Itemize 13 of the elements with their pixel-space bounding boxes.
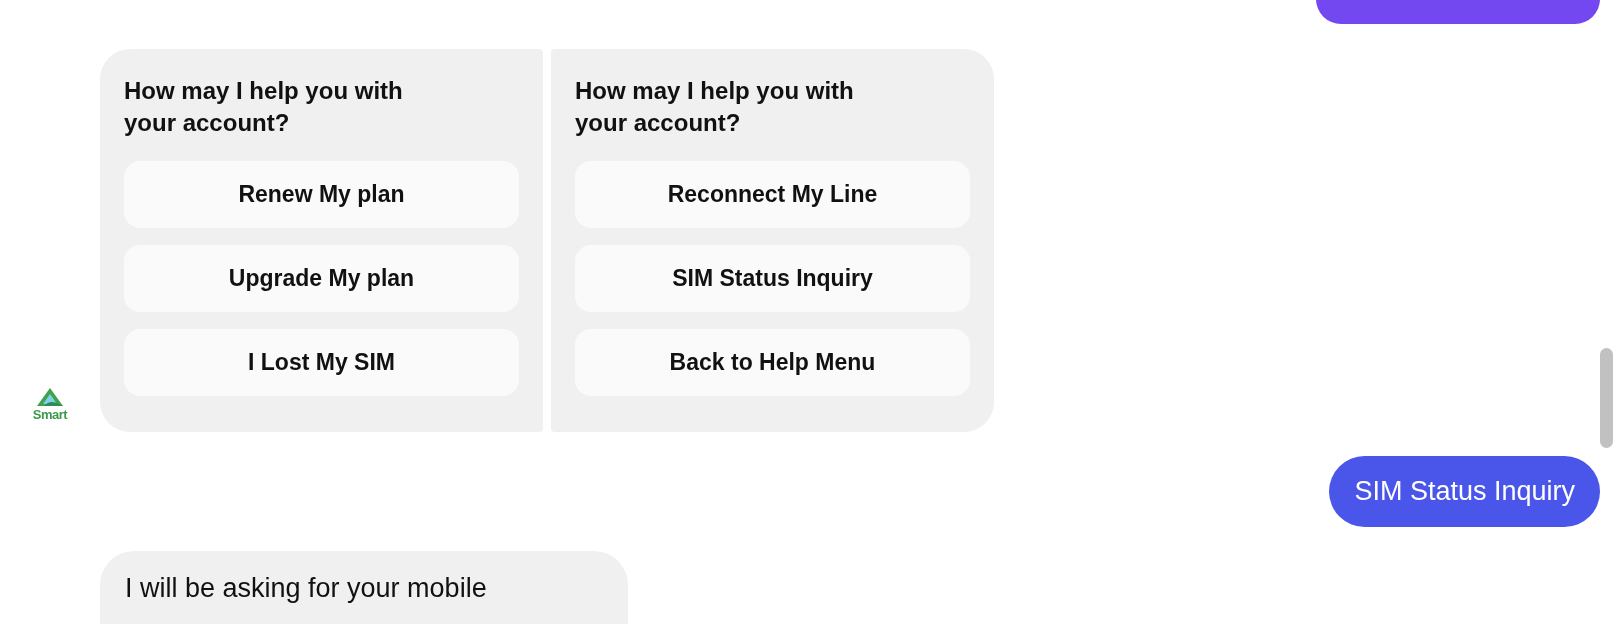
bot-message: I will be asking for your mobile — [100, 551, 628, 624]
scrollbar-thumb[interactable] — [1600, 348, 1613, 448]
card-title: How may I help you with your account? — [124, 76, 404, 138]
option-button[interactable]: Upgrade My plan — [124, 245, 519, 312]
option-button[interactable]: Reconnect My Line — [575, 161, 970, 228]
option-button[interactable]: Back to Help Menu — [575, 329, 970, 396]
logo-icon — [35, 387, 65, 407]
option-button[interactable]: Renew My plan — [124, 161, 519, 228]
option-button[interactable]: I Lost My SIM — [124, 329, 519, 396]
logo-text: Smart — [32, 407, 68, 422]
user-message: SIM Status Inquiry — [1329, 456, 1600, 527]
option-button[interactable]: SIM Status Inquiry — [575, 245, 970, 312]
card-title: How may I help you with your account? — [575, 76, 855, 138]
